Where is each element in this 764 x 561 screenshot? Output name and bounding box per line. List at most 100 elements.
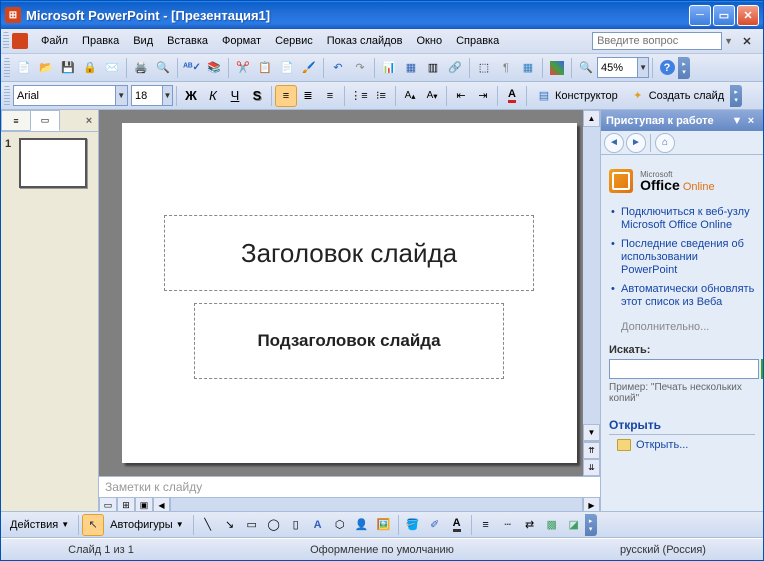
taskpane-link[interactable]: Последние сведения об использовании Powe… xyxy=(609,235,755,280)
menu-edit[interactable]: Правка xyxy=(75,32,126,50)
spellcheck-button[interactable]: ᴬᴮ✓ xyxy=(181,57,203,79)
subtitle-placeholder[interactable]: Подзаголовок слайда xyxy=(194,303,504,379)
shadow-button[interactable]: S xyxy=(246,85,268,107)
copy-button[interactable]: 📋 xyxy=(254,57,276,79)
search-go-button[interactable]: → xyxy=(761,359,763,379)
toolbar-overflow-button[interactable]: ▸▾ xyxy=(585,514,597,536)
line-style-button[interactable]: ≡ xyxy=(475,514,497,536)
cut-button[interactable]: ✂️ xyxy=(232,57,254,79)
taskpane-menu-button[interactable]: ▼ xyxy=(730,115,744,127)
question-dropdown-icon[interactable]: ▼ xyxy=(724,36,733,46)
show-formatting-button[interactable]: ¶ xyxy=(495,57,517,79)
font-color-button[interactable]: A xyxy=(446,514,468,536)
status-language[interactable]: русский (Россия) xyxy=(563,544,763,556)
grip-icon[interactable] xyxy=(4,86,10,106)
horizontal-scrollbar[interactable]: ◀ ▶ xyxy=(153,497,600,511)
close-button[interactable]: ✕ xyxy=(737,5,759,26)
font-size-combo[interactable]: ▼ xyxy=(131,85,173,106)
menu-slideshow[interactable]: Показ слайдов xyxy=(320,32,410,50)
expand-all-button[interactable]: ⬚ xyxy=(473,57,495,79)
chevron-down-icon[interactable]: ▼ xyxy=(115,86,127,105)
normal-view-button[interactable]: ▭ xyxy=(99,497,117,511)
bold-button[interactable]: Ж xyxy=(180,85,202,107)
toolbar-overflow-button[interactable]: ▸▾ xyxy=(678,57,690,79)
redo-button[interactable]: ↷ xyxy=(349,57,371,79)
fill-color-button[interactable]: 🪣 xyxy=(402,514,424,536)
decrease-indent-button[interactable]: ⇤ xyxy=(450,85,472,107)
menu-file[interactable]: Файл xyxy=(34,32,75,50)
next-slide-button[interactable]: ⇊ xyxy=(583,459,600,476)
menu-tools[interactable]: Сервис xyxy=(268,32,320,50)
zoom-input[interactable] xyxy=(598,59,637,76)
title-placeholder[interactable]: Заголовок слайда xyxy=(164,215,534,291)
outline-tab[interactable]: ≡ xyxy=(1,110,31,131)
scroll-left-button[interactable]: ◀ xyxy=(153,497,170,511)
new-button[interactable]: 📄 xyxy=(13,57,35,79)
slide-design-button[interactable]: ▤Конструктор xyxy=(530,85,624,107)
font-name-combo[interactable]: ▼ xyxy=(13,85,128,106)
taskpane-link[interactable]: Подключиться к веб-узлу Microsoft Office… xyxy=(609,203,755,235)
slides-tab[interactable]: ▭ xyxy=(30,110,60,131)
insert-picture-button[interactable]: 🖼️ xyxy=(373,514,395,536)
vertical-scrollbar[interactable]: ▲ ▼ ⇈ ⇊ xyxy=(583,110,600,476)
insert-hyperlink-button[interactable]: 🔗 xyxy=(444,57,466,79)
help-question-input[interactable] xyxy=(592,32,722,50)
notes-pane[interactable]: Заметки к слайду xyxy=(99,476,600,497)
decrease-font-button[interactable]: A▾ xyxy=(421,85,443,107)
textbox-tool-button[interactable]: ▯ xyxy=(285,514,307,536)
menu-insert[interactable]: Вставка xyxy=(160,32,215,50)
help-button[interactable]: ? xyxy=(656,57,678,79)
color-button[interactable] xyxy=(546,57,568,79)
permission-button[interactable]: 🔒 xyxy=(79,57,101,79)
insert-table-button[interactable]: ▦ xyxy=(400,57,422,79)
arrow-tool-button[interactable]: ↘ xyxy=(219,514,241,536)
numbering-button[interactable]: ⋮≡ xyxy=(348,85,370,107)
align-center-button[interactable]: ≣ xyxy=(297,85,319,107)
minimize-button[interactable]: ─ xyxy=(689,5,711,26)
diagram-button[interactable]: ⬡ xyxy=(329,514,351,536)
paste-button[interactable]: 📄 xyxy=(276,57,298,79)
new-slide-button[interactable]: ✦Создать слайд xyxy=(624,85,730,107)
slide-canvas-area[interactable]: Заголовок слайда Подзаголовок слайда ▲ ▼… xyxy=(99,110,600,476)
sorter-view-button[interactable]: ⊞ xyxy=(117,497,135,511)
toolbar-overflow-button[interactable]: ▸▾ xyxy=(730,85,742,107)
scroll-right-button[interactable]: ▶ xyxy=(583,497,600,511)
chevron-down-icon[interactable]: ▼ xyxy=(162,86,172,105)
font-name-input[interactable] xyxy=(14,87,115,104)
scroll-up-button[interactable]: ▲ xyxy=(583,110,600,127)
line-color-button[interactable]: ✐ xyxy=(424,514,446,536)
zoom-combo[interactable]: ▼ xyxy=(597,57,649,78)
align-right-button[interactable]: ≡ xyxy=(319,85,341,107)
slide-thumbnail[interactable] xyxy=(19,138,87,188)
dash-style-button[interactable]: ┄ xyxy=(497,514,519,536)
increase-indent-button[interactable]: ⇥ xyxy=(472,85,494,107)
tables-borders-button[interactable]: ▥ xyxy=(422,57,444,79)
menu-window[interactable]: Окно xyxy=(410,32,450,50)
menu-view[interactable]: Вид xyxy=(126,32,160,50)
italic-button[interactable]: К xyxy=(202,85,224,107)
research-button[interactable]: 📚 xyxy=(203,57,225,79)
nav-forward-button[interactable]: ► xyxy=(626,133,646,153)
3d-style-button[interactable]: ◪ xyxy=(563,514,585,536)
panel-close-button[interactable]: × xyxy=(80,110,98,131)
shadow-style-button[interactable]: ▩ xyxy=(541,514,563,536)
taskpane-close-button[interactable]: × xyxy=(744,115,758,127)
print-button[interactable]: 🖨️ xyxy=(130,57,152,79)
save-button[interactable]: 💾 xyxy=(57,57,79,79)
align-left-button[interactable]: ≡ xyxy=(275,85,297,107)
email-button[interactable]: ✉️ xyxy=(101,57,123,79)
slide[interactable]: Заголовок слайда Подзаголовок слайда xyxy=(122,123,577,463)
doc-icon[interactable] xyxy=(12,33,28,49)
prev-slide-button[interactable]: ⇈ xyxy=(583,442,600,459)
font-color-button[interactable]: A xyxy=(501,85,523,107)
open-file-link[interactable]: Открыть... xyxy=(609,435,755,455)
arrow-style-button[interactable]: ⇄ xyxy=(519,514,541,536)
maximize-button[interactable]: ▭ xyxy=(713,5,735,26)
increase-font-button[interactable]: A▴ xyxy=(399,85,421,107)
open-button[interactable]: 📂 xyxy=(35,57,57,79)
zoom-lens-button[interactable]: 🔍 xyxy=(575,57,597,79)
menu-help[interactable]: Справка xyxy=(449,32,506,50)
clipart-button[interactable]: 👤 xyxy=(351,514,373,536)
font-size-input[interactable] xyxy=(132,87,162,104)
chevron-down-icon[interactable]: ▼ xyxy=(637,58,648,77)
